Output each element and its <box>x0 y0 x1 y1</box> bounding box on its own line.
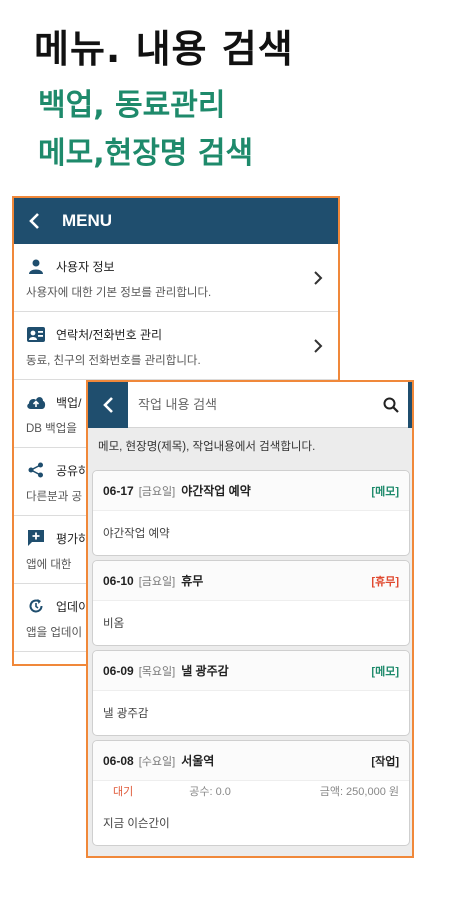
result-weekday: [수요일] <box>138 755 176 768</box>
update-icon <box>26 597 46 615</box>
search-bar-accent <box>408 382 412 428</box>
result-date: 06-08 <box>103 753 134 768</box>
promo-headline: 메뉴. 내용 검색 <box>34 27 294 71</box>
search-hint: 메모, 현장명(제목), 작업내용에서 검색합니다. <box>88 428 412 464</box>
menu-title: MENU <box>62 211 113 230</box>
result-title: 낼 광주감 <box>181 664 229 678</box>
result-title: 서울역 <box>181 754 215 768</box>
result-card[interactable]: 06-09 [목요일] 낼 광주감 [메모] 낼 광주감 <box>92 650 410 736</box>
result-date: 06-10 <box>103 573 134 588</box>
chevron-right-icon <box>314 271 323 285</box>
result-meta: 대기 공수: 0.0 금액: 250,000 원 <box>93 781 409 801</box>
menu-item-title: 백업/ <box>56 395 82 410</box>
menu-item-desc: 사용자에 대한 기본 정보를 관리합니다. <box>26 287 212 299</box>
result-body: 비옴 <box>103 618 125 630</box>
result-workload: 공수: 0.0 <box>189 786 231 798</box>
result-weekday: [목요일] <box>138 665 176 678</box>
result-amount: 금액: 250,000 원 <box>319 786 399 798</box>
search-icon <box>383 397 399 413</box>
share-icon <box>26 461 46 479</box>
result-tag: [작업] <box>371 755 399 768</box>
search-back-button[interactable] <box>88 382 128 428</box>
cloud-upload-icon <box>26 393 46 411</box>
search-input[interactable] <box>128 384 374 425</box>
search-bar <box>88 382 412 428</box>
result-date: 06-09 <box>103 663 134 678</box>
menu-header: MENU <box>14 198 338 244</box>
result-card-header: 06-10 [금요일] 휴무 [휴무] <box>93 561 409 601</box>
result-status: 대기 <box>113 786 134 798</box>
result-card-header: 06-08 [수요일] 서울역 [작업] <box>93 741 409 781</box>
result-card-header: 06-17 [금요일] 야간작업 예약 [메모] <box>93 471 409 511</box>
chevron-right-icon <box>314 339 323 353</box>
person-icon <box>26 257 46 275</box>
search-screen: 메모, 현장명(제목), 작업내용에서 검색합니다. 06-17 [금요일] 야… <box>86 380 414 858</box>
result-card-header: 06-09 [목요일] 낼 광주감 [메모] <box>93 651 409 691</box>
result-date: 06-17 <box>103 483 134 498</box>
result-card[interactable]: 06-08 [수요일] 서울역 [작업] 대기 공수: 0.0 금액: 250,… <box>92 740 410 846</box>
search-button[interactable] <box>374 382 408 428</box>
promo-subtitle-search: 메모,현장명 검색 <box>38 136 254 171</box>
result-weekday: [금요일] <box>138 485 176 498</box>
promo-subtitle-backup: 백업, 동료관리 <box>38 88 226 123</box>
rate-icon <box>26 529 46 547</box>
menu-item-contacts[interactable]: 연락처/전화번호 관리 동료, 친구의 전화번호를 관리합니다. <box>14 312 338 380</box>
menu-item-title: 평가하 <box>56 531 90 546</box>
menu-item-title: 사용자 정보 <box>56 259 115 274</box>
result-tag: [메모] <box>371 485 399 498</box>
menu-back-button[interactable] <box>14 198 54 244</box>
result-card[interactable]: 06-10 [금요일] 휴무 [휴무] 비옴 <box>92 560 410 646</box>
result-weekday: [금요일] <box>138 575 176 588</box>
result-title: 휴무 <box>181 574 204 588</box>
result-card[interactable]: 06-17 [금요일] 야간작업 예약 [메모] 야간작업 예약 <box>92 470 410 556</box>
back-arrow-icon <box>29 213 39 229</box>
result-tag: [휴무] <box>371 575 399 588</box>
menu-item-title: 연락처/전화번호 관리 <box>56 327 163 342</box>
result-body: 지금 이슨간이 <box>103 818 170 830</box>
result-body: 낼 광주감 <box>103 708 149 720</box>
contact-card-icon <box>26 325 46 343</box>
menu-item-title: 업데이 <box>56 599 90 614</box>
menu-item-title: 공유하 <box>56 463 90 478</box>
result-tag: [메모] <box>371 665 399 678</box>
result-body: 야간작업 예약 <box>103 528 170 540</box>
back-arrow-icon <box>103 396 113 413</box>
menu-item-desc: 동료, 친구의 전화번호를 관리합니다. <box>26 355 201 367</box>
menu-item-user-info[interactable]: 사용자 정보 사용자에 대한 기본 정보를 관리합니다. <box>14 244 338 312</box>
result-title: 야간작업 예약 <box>181 484 251 498</box>
